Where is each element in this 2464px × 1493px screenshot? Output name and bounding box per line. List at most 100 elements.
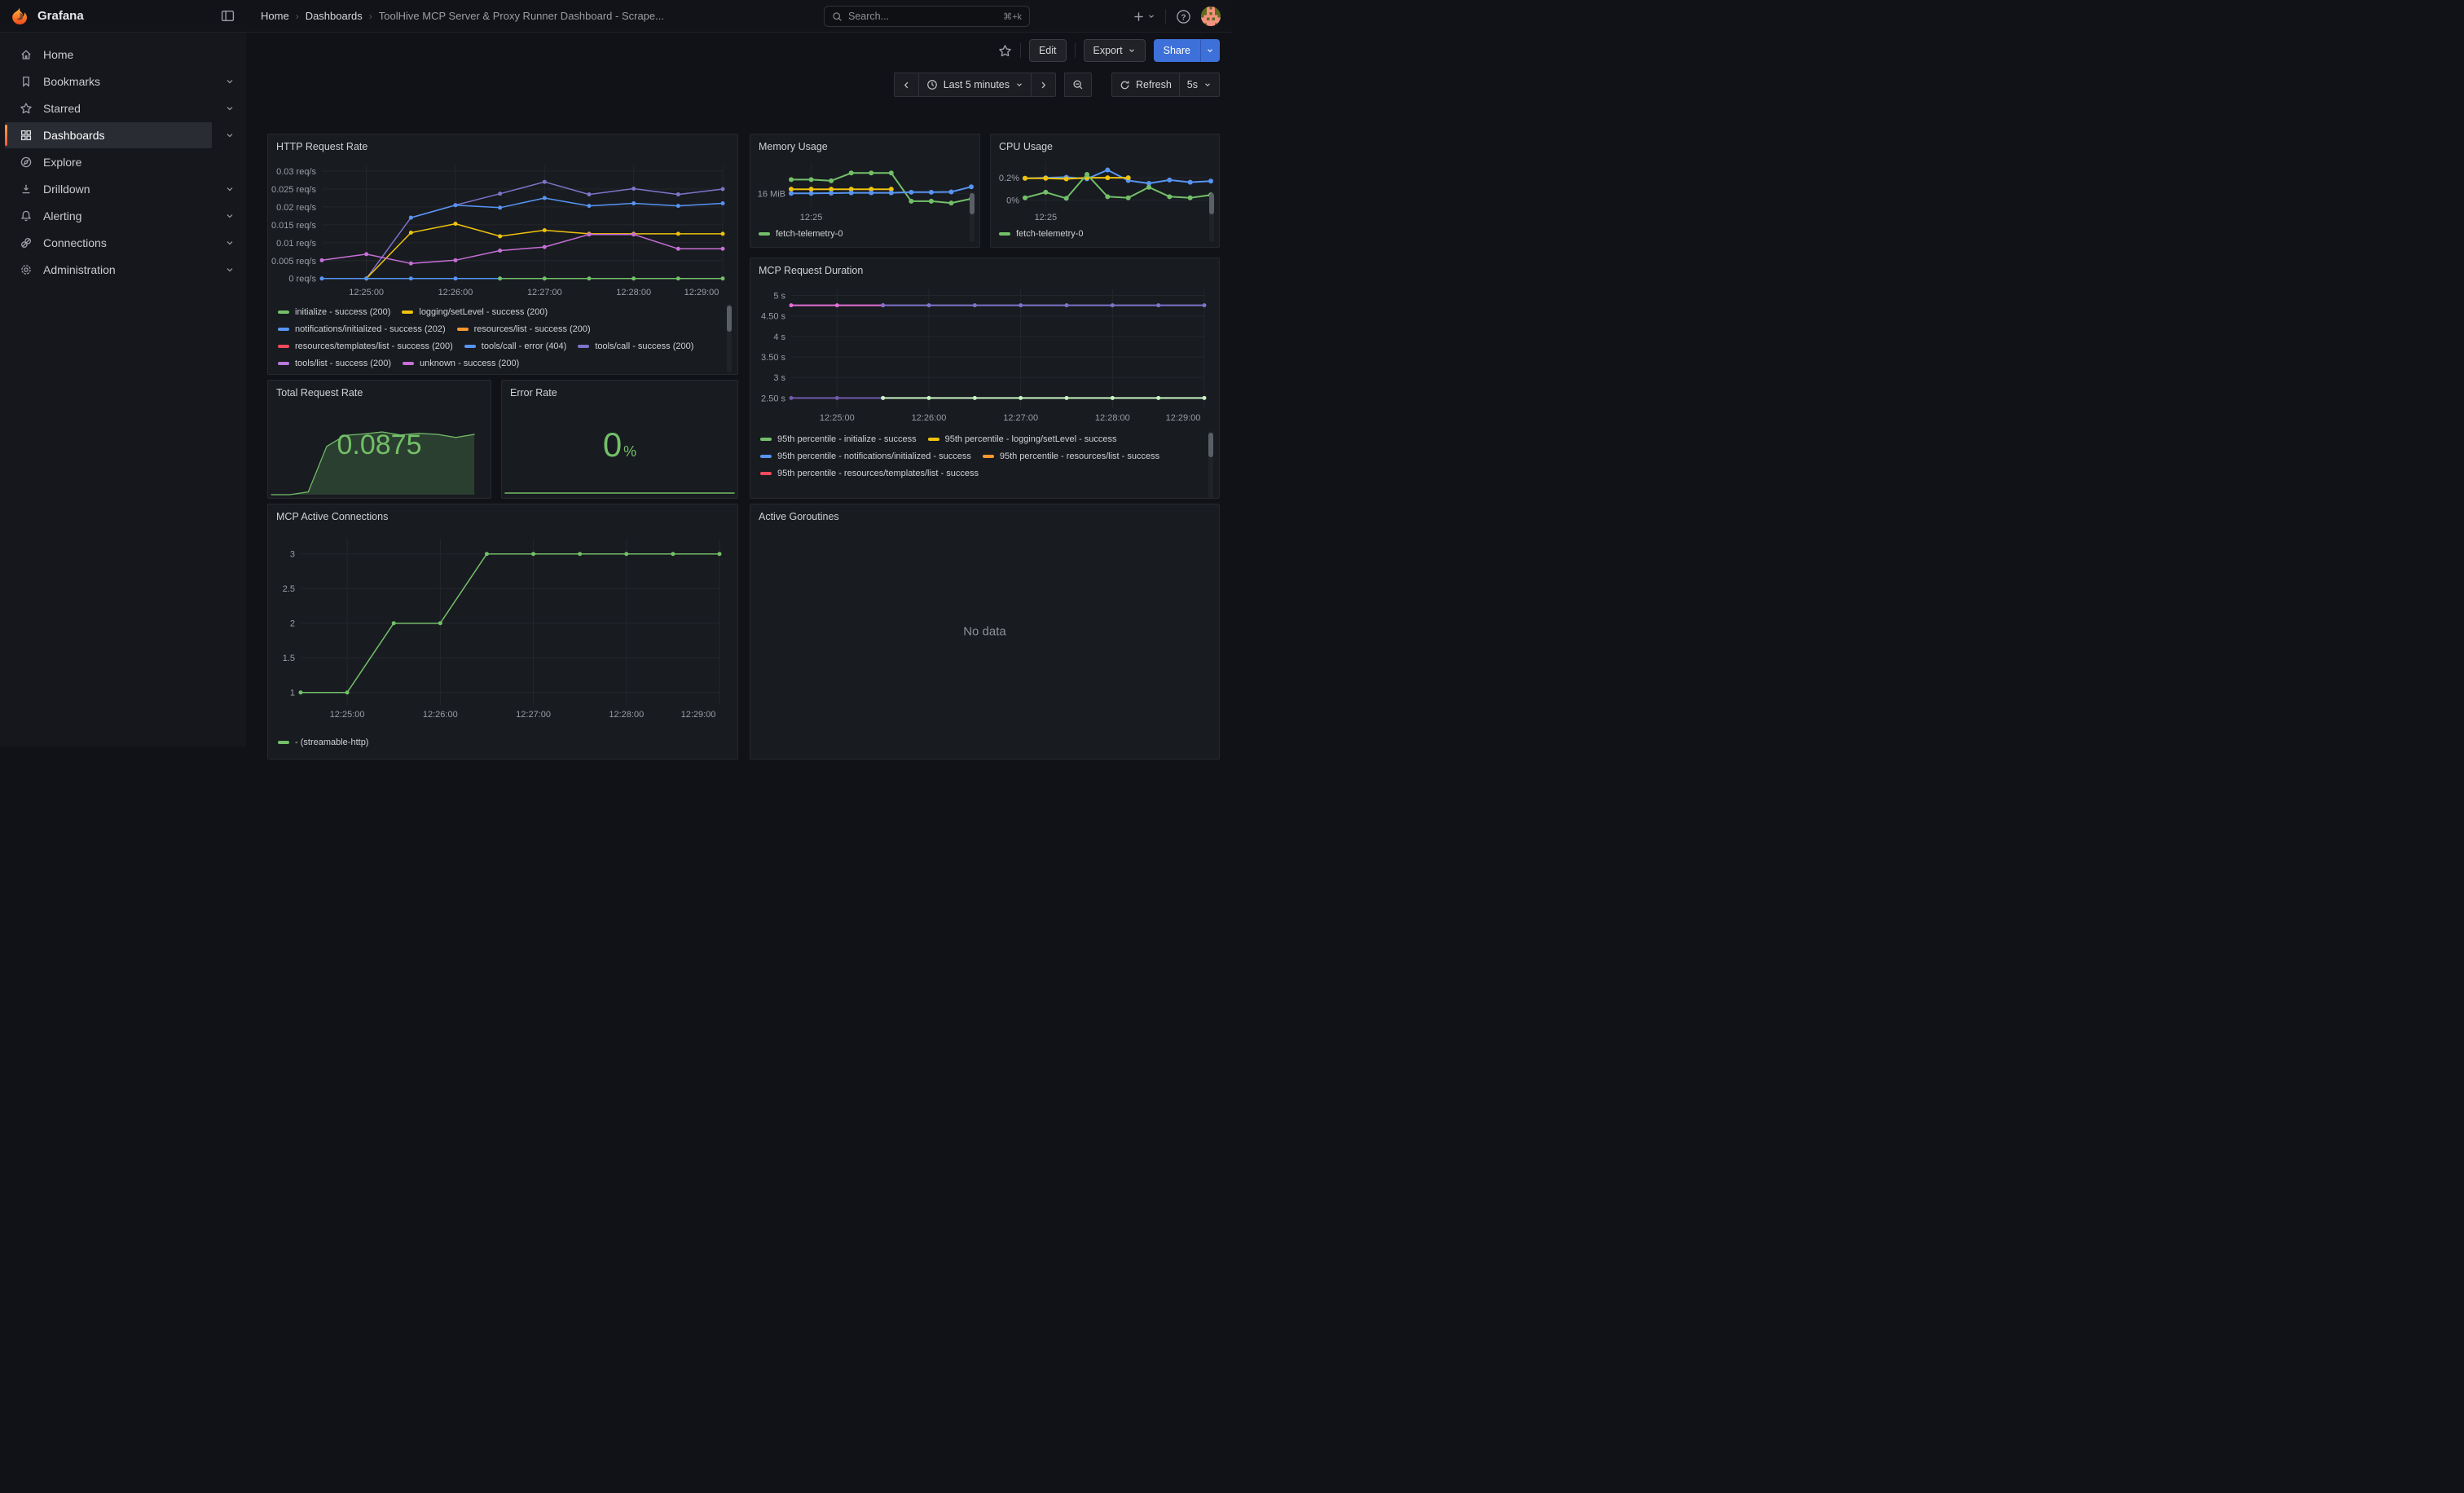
question-circle-icon: ? (1176, 9, 1191, 24)
dashboard-toolbar: Edit Export Share (246, 33, 1232, 68)
svg-text:12:29:00: 12:29:00 (684, 288, 719, 297)
svg-text:2.5: 2.5 (283, 584, 295, 594)
chevron-down-icon (1015, 81, 1023, 89)
legend-item[interactable]: fetch-telemetry-0 (999, 229, 1084, 239)
legend-item[interactable]: initialize - success (200) (278, 307, 390, 317)
sidebar-navigation: Home Bookmarks Starred Dashboards Explor… (0, 33, 246, 746)
svg-text:12:26:00: 12:26:00 (912, 413, 947, 423)
sidebar-item-starred[interactable]: Starred (5, 95, 212, 121)
legend-item[interactable]: 95th percentile - logging/setLevel - suc… (928, 434, 1117, 444)
http-request-rate-chart[interactable]: 0 req/s0.005 req/s0.01 req/s0.015 req/s0… (271, 159, 731, 299)
legend-item[interactable]: tools/call - error (404) (464, 341, 567, 351)
svg-text:2: 2 (290, 619, 295, 629)
svg-text:0.025 req/s: 0.025 req/s (271, 185, 316, 195)
help-button[interactable]: ? (1176, 9, 1191, 24)
svg-text:16 MiB: 16 MiB (758, 189, 785, 199)
legend-item[interactable]: fetch-telemetry-0 (759, 229, 843, 239)
home-icon (20, 48, 33, 61)
svg-text:12:28:00: 12:28:00 (609, 710, 644, 720)
chart-canvas: 16 MiB12:25 (752, 154, 976, 222)
legend-item[interactable]: tools/list - success (200) (278, 359, 391, 368)
chart-canvas: 32.521.5112:25:0012:26:0012:27:0012:28:0… (273, 529, 729, 726)
mcp-request-duration-chart[interactable]: 5 s4.50 s4 s3.50 s3 s2.50 s12:25:0012:26… (754, 283, 1214, 428)
svg-text:12:28:00: 12:28:00 (616, 288, 651, 297)
legend-item[interactable]: 95th percentile - resources/list - succe… (983, 451, 1159, 461)
sidebar-item-connections[interactable]: Connections (5, 230, 212, 256)
legend-item[interactable]: 95th percentile - resources/templates/li… (760, 469, 979, 478)
panel-title[interactable]: HTTP Request Rate (268, 134, 737, 156)
add-new-button[interactable] (1133, 11, 1155, 23)
legend-item[interactable]: logging/setLevel - success (200) (402, 307, 548, 317)
svg-text:5 s: 5 s (773, 292, 785, 302)
user-avatar[interactable] (1201, 7, 1221, 26)
memory-usage-chart[interactable]: 16 MiB12:25 (752, 154, 976, 222)
legend-item[interactable]: unknown - success (200) (403, 359, 519, 368)
panel-title[interactable]: Memory Usage (750, 134, 979, 156)
divider (1075, 43, 1076, 58)
panel-title[interactable]: Error Rate (502, 381, 737, 402)
legend-scrollbar[interactable] (1208, 431, 1213, 498)
legend-item[interactable]: tools/call - success (200) (578, 341, 693, 351)
sidebar-item-explore[interactable]: Explore (5, 149, 212, 175)
svg-text:12:28:00: 12:28:00 (1095, 413, 1130, 423)
svg-text:0.015 req/s: 0.015 req/s (271, 221, 316, 231)
legend-item[interactable]: - (streamable-http) (278, 738, 368, 747)
error-rate-value: 0% (502, 428, 737, 462)
bookmark-icon (20, 75, 33, 88)
refresh-group: Refresh 5s (1111, 73, 1220, 97)
svg-text:12:25:00: 12:25:00 (349, 288, 384, 297)
panel-title[interactable]: MCP Active Connections (268, 504, 737, 526)
panel-title[interactable]: MCP Request Duration (750, 258, 1219, 280)
legend-item[interactable]: notifications/initialized - success (202… (278, 324, 446, 334)
svg-text:0.005 req/s: 0.005 req/s (271, 257, 316, 266)
svg-text:4 s: 4 s (773, 333, 785, 342)
dock-sidebar-icon[interactable] (221, 9, 235, 23)
breadcrumb-dashboards[interactable]: Dashboards (306, 10, 363, 22)
svg-text:2.50 s: 2.50 s (761, 394, 785, 403)
share-button[interactable]: Share (1154, 39, 1200, 62)
favorite-star-button[interactable] (998, 44, 1012, 58)
sidebar-item-bookmarks[interactable]: Bookmarks (5, 68, 212, 95)
sidebar-item-label: Starred (43, 102, 81, 115)
time-shift-back-button[interactable] (894, 73, 918, 97)
panel-total-request-rate: Total Request Rate 0.0875 (267, 380, 491, 499)
zoom-out-button[interactable] (1064, 73, 1092, 97)
breadcrumb-home[interactable]: Home (261, 10, 289, 22)
sidebar-item-dashboards[interactable]: Dashboards (5, 122, 212, 148)
refresh-button[interactable]: Refresh (1111, 73, 1179, 97)
search-input[interactable]: Search... ⌘+k (824, 6, 1030, 27)
svg-text:12:26:00: 12:26:00 (423, 710, 458, 720)
svg-text:1: 1 (290, 689, 295, 698)
panel-title[interactable]: CPU Usage (991, 134, 1219, 156)
svg-text:12:26:00: 12:26:00 (438, 288, 473, 297)
chevron-down-icon (225, 130, 235, 140)
legend-scrollbar[interactable] (1209, 192, 1214, 242)
sidebar-item-administration[interactable]: Administration (5, 257, 212, 283)
sidebar-item-drilldown[interactable]: Drilldown (5, 176, 212, 202)
export-button[interactable]: Export (1084, 39, 1146, 62)
legend-scrollbar[interactable] (727, 304, 732, 372)
sidebar-item-label: Connections (43, 236, 107, 249)
legend-item[interactable]: resources/templates/list - success (200) (278, 341, 453, 351)
time-range-picker[interactable]: Last 5 minutes (918, 73, 1031, 97)
refresh-interval-picker[interactable]: 5s (1179, 73, 1220, 97)
cpu-legend: fetch-telemetry-0 (999, 229, 1199, 247)
panel-title[interactable]: Total Request Rate (268, 381, 491, 402)
duration-legend: 95th percentile - initialize - success 95… (760, 434, 1199, 498)
edit-button[interactable]: Edit (1029, 39, 1067, 62)
mcp-active-connections-chart[interactable]: 32.521.5112:25:0012:26:0012:27:0012:28:0… (273, 529, 729, 726)
time-shift-forward-button[interactable] (1031, 73, 1056, 97)
clock-icon (926, 79, 938, 90)
grafana-logo-icon[interactable] (10, 7, 29, 26)
error-rate-sparkline[interactable] (504, 475, 736, 496)
legend-scrollbar[interactable] (970, 192, 975, 242)
legend-item[interactable]: 95th percentile - notifications/initiali… (760, 451, 971, 461)
panel-title[interactable]: Active Goroutines (750, 504, 1219, 526)
panel-http-request-rate: HTTP Request Rate 0 req/s0.005 req/s0.01… (267, 134, 738, 375)
sidebar-item-alerting[interactable]: Alerting (5, 203, 212, 229)
cpu-usage-chart[interactable]: 0.2%0%12:25 (992, 154, 1216, 222)
share-menu-button[interactable] (1200, 39, 1220, 62)
sidebar-item-home[interactable]: Home (5, 42, 212, 68)
legend-item[interactable]: resources/list - success (200) (457, 324, 591, 334)
legend-item[interactable]: 95th percentile - initialize - success (760, 434, 917, 444)
